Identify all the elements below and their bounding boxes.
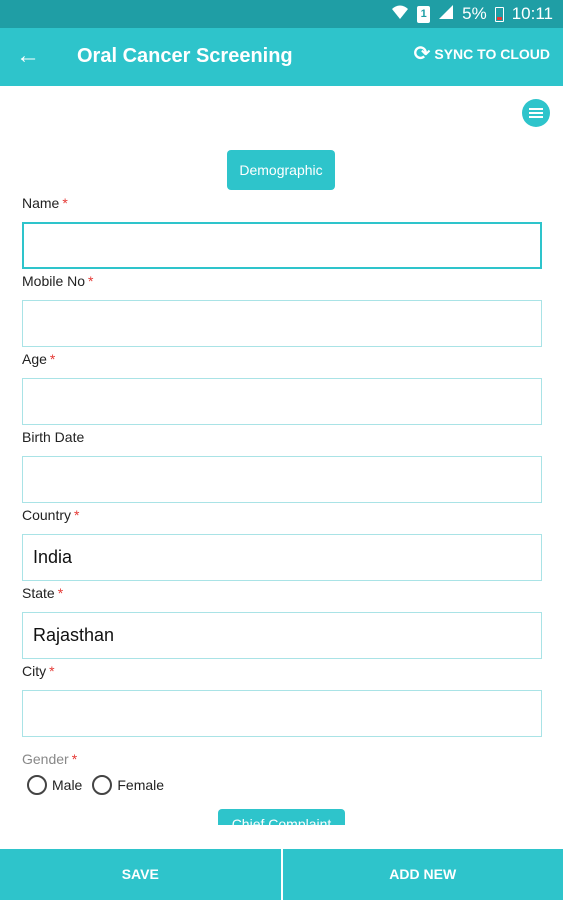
radio-label: Male	[52, 777, 83, 793]
bottom-action-bar: SAVE ADD NEW	[0, 849, 563, 900]
battery-percent: 5%	[462, 4, 487, 23]
battery-icon	[494, 6, 504, 22]
sim-icon: 1	[417, 5, 431, 23]
page-title: Oral Cancer Screening	[77, 45, 293, 67]
back-arrow-icon[interactable]: ←	[14, 42, 42, 70]
city-field[interactable]	[22, 690, 542, 737]
status-bar: 1 5% 10:11	[0, 0, 563, 28]
birth-date-label: Birth Date	[22, 429, 85, 445]
radio-button[interactable]	[92, 775, 113, 795]
tab-chief-complaint[interactable]: Chief Complaint	[218, 809, 345, 825]
gender-option-male[interactable]: Male	[27, 775, 82, 795]
signal-icon	[438, 4, 454, 25]
gender-label: Gender *	[22, 751, 78, 767]
wifi-icon	[391, 4, 409, 25]
radio-button[interactable]	[27, 775, 47, 795]
tab-demographic[interactable]: Demographic	[227, 150, 335, 190]
sync-to-cloud-button[interactable]: ⟳ SYNC TO CLOUD	[414, 44, 550, 64]
sync-label: SYNC TO CLOUD	[434, 46, 550, 62]
city-label: City *	[22, 663, 55, 679]
status-icons: 1 5% 10:11	[391, 4, 553, 24]
app-bar: ← Oral Cancer Screening ⟳ SYNC TO CLOUD	[0, 28, 563, 86]
state-label: State *	[22, 585, 64, 601]
add-new-button[interactable]: ADD NEW	[283, 849, 563, 900]
save-button[interactable]: SAVE	[0, 849, 281, 900]
state-field[interactable]: Rajasthan	[22, 612, 542, 659]
radio-label: Female	[117, 777, 165, 793]
country-label: Country *	[22, 507, 80, 523]
age-label: Age *	[22, 351, 56, 367]
gender-radio-group: Male Female	[27, 775, 174, 795]
name-label: Name *	[22, 195, 68, 211]
menu-icon[interactable]	[522, 99, 550, 127]
age-field[interactable]	[22, 378, 542, 425]
mobile-label: Mobile No *	[22, 273, 94, 289]
sync-icon: ⟳	[413, 43, 431, 65]
birth-date-field[interactable]	[22, 456, 542, 503]
country-field[interactable]: India	[22, 534, 542, 581]
clock: 10:11	[511, 4, 553, 23]
name-field[interactable]	[22, 222, 542, 269]
mobile-field[interactable]	[22, 300, 542, 347]
gender-option-female[interactable]: Female	[92, 775, 164, 795]
